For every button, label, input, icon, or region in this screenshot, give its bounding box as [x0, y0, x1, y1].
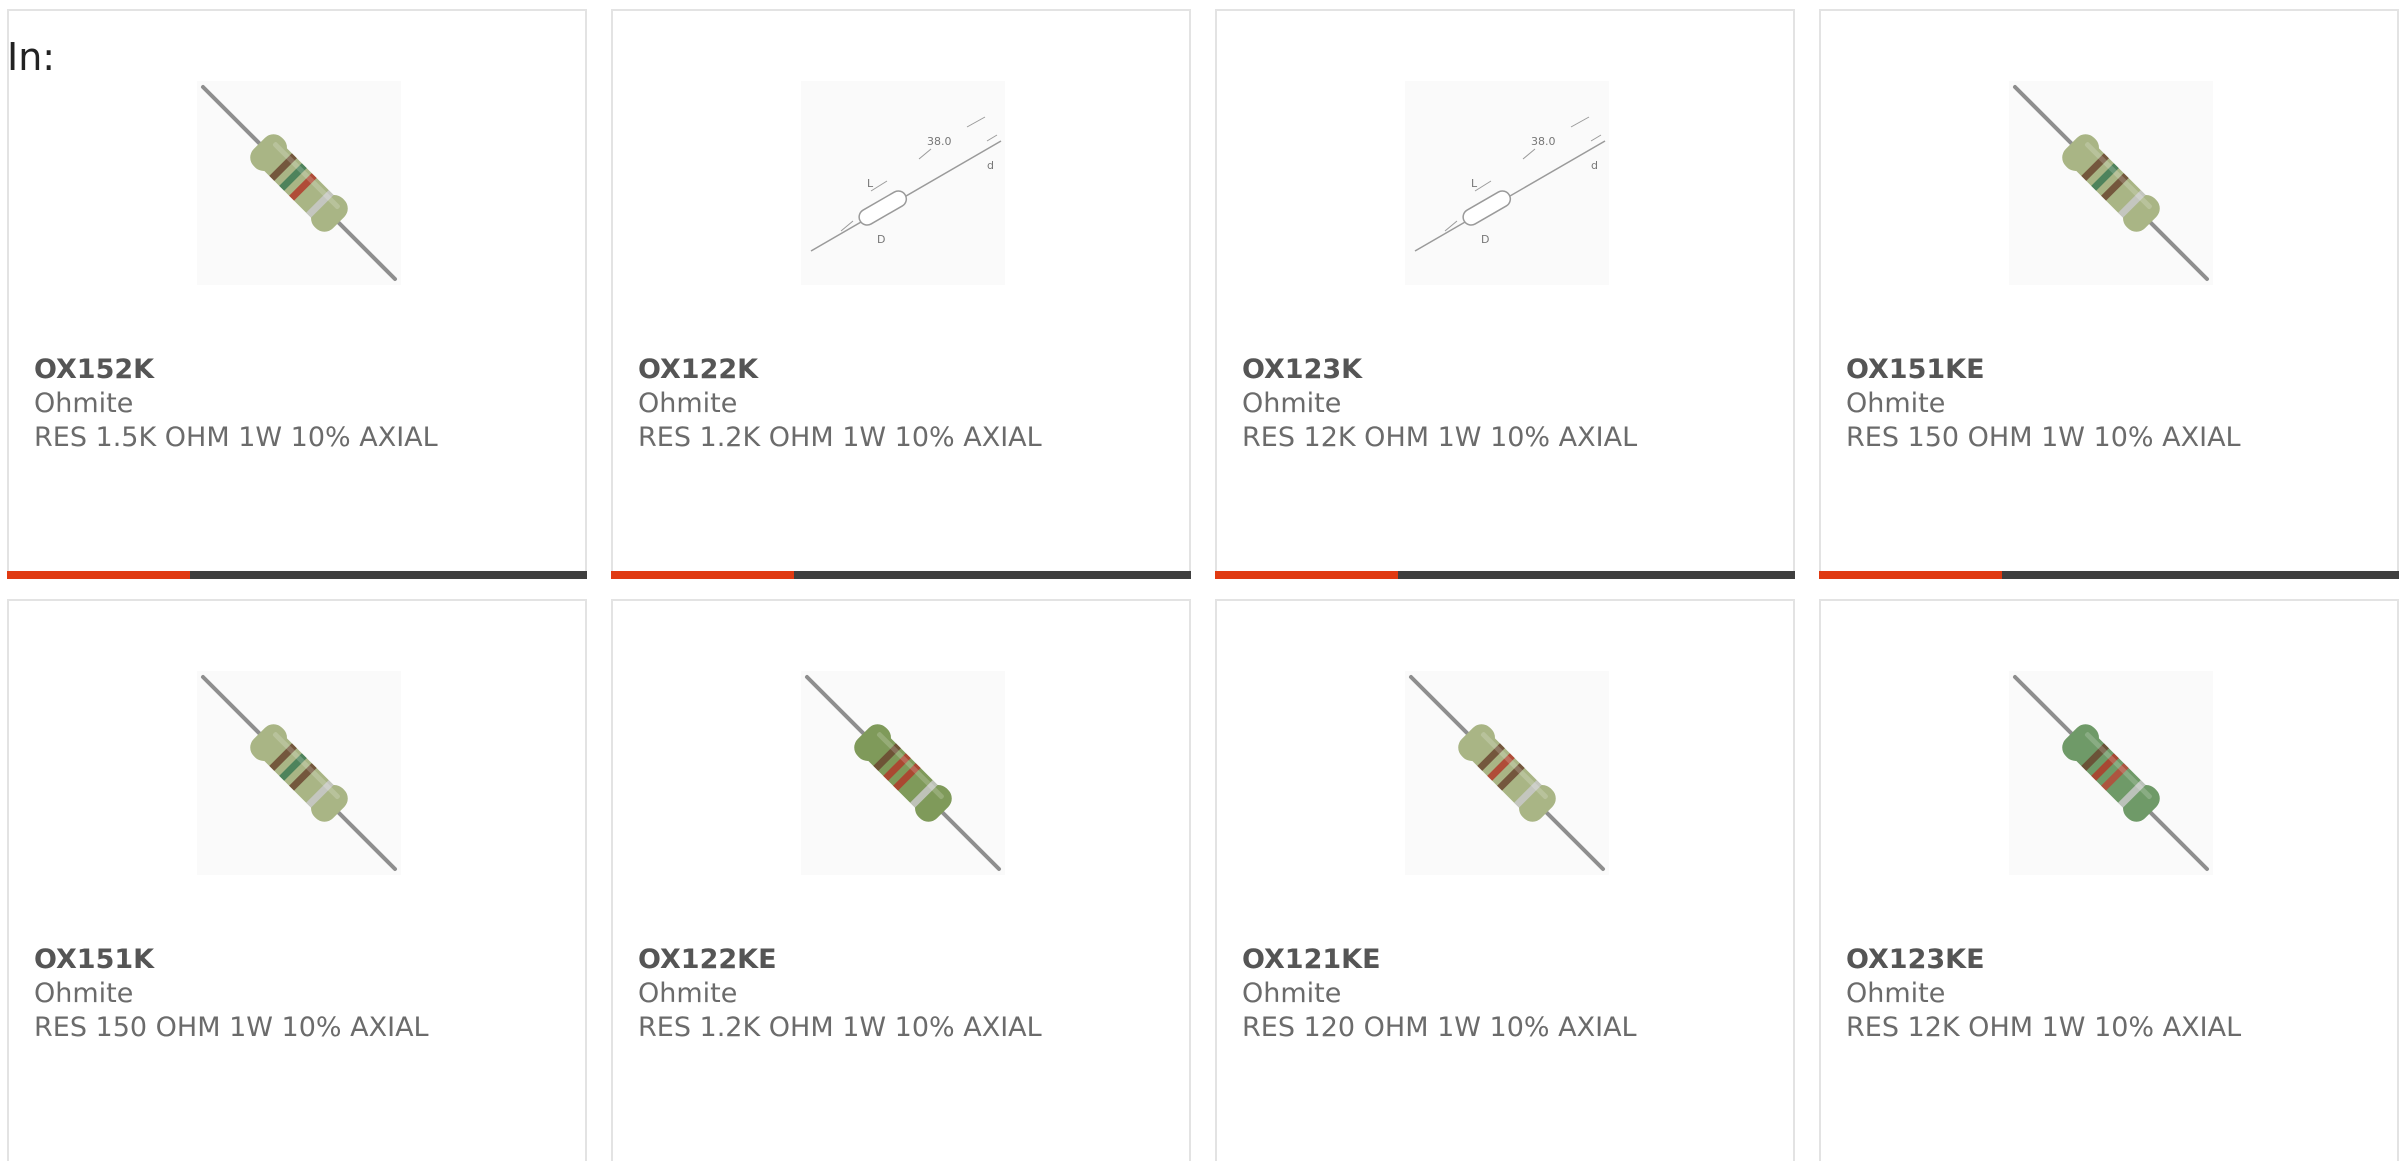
card-accent-bar — [611, 571, 794, 579]
description: RES 1.5K OHM 1W 10% AXIAL — [34, 422, 438, 453]
part-number[interactable]: OX122K — [638, 353, 1042, 387]
description: RES 1.2K OHM 1W 10% AXIAL — [638, 422, 1042, 453]
resistor-photo-icon — [2009, 671, 2213, 875]
manufacturer: Ohmite — [1846, 978, 1946, 1009]
card-accent-bar — [1215, 571, 1398, 579]
manufacturer: Ohmite — [1846, 388, 1946, 419]
card-bottom-bar — [7, 571, 587, 579]
product-info: OX123KE Ohmite RES 12K OHM 1W 10% AXIAL — [1846, 943, 2241, 1045]
manufacturer: Ohmite — [34, 388, 134, 419]
description: RES 1.2K OHM 1W 10% AXIAL — [638, 1012, 1042, 1043]
resistor-photo-icon — [197, 671, 401, 875]
resistor-photo-icon — [2009, 671, 2213, 875]
resistor-dimension-drawing-icon: 38.0 L Dd — [1405, 81, 1609, 285]
svg-text:L: L — [1471, 177, 1478, 190]
card-accent-bar — [7, 571, 190, 579]
description: RES 12K OHM 1W 10% AXIAL — [1242, 422, 1638, 453]
svg-text:D: D — [1481, 233, 1489, 246]
card-bottom-bar — [611, 571, 1191, 579]
product-card[interactable]: OX151KE Ohmite RES 150 OHM 1W 10% AXIAL — [1819, 9, 2399, 579]
description: RES 12K OHM 1W 10% AXIAL — [1846, 1012, 2242, 1043]
product-card[interactable]: 38.0 L Dd OX122K Ohmite RES 1.2K OHM 1W 10… — [611, 9, 1191, 579]
resistor-photo-icon — [801, 671, 1005, 875]
description: RES 150 OHM 1W 10% AXIAL — [1846, 422, 2241, 453]
product-info: OX122KE Ohmite RES 1.2K OHM 1W 10% AXIAL — [638, 943, 1042, 1045]
product-info: OX151KE Ohmite RES 150 OHM 1W 10% AXIAL — [1846, 353, 2241, 455]
part-number[interactable]: OX123K — [1242, 353, 1637, 387]
product-info: OX121KE Ohmite RES 120 OHM 1W 10% AXIAL — [1242, 943, 1637, 1045]
part-number[interactable]: OX152K — [34, 353, 438, 387]
resistor-dimension-drawing-icon: 38.0 L Dd — [801, 81, 1005, 285]
manufacturer: Ohmite — [1242, 388, 1342, 419]
svg-text:38.0: 38.0 — [1531, 135, 1556, 148]
part-number[interactable]: OX151K — [34, 943, 429, 977]
resistor-photo-icon — [197, 81, 401, 285]
resistor-photo-icon — [1405, 671, 1609, 875]
product-info: OX151K Ohmite RES 150 OHM 1W 10% AXIAL — [34, 943, 429, 1045]
product-card[interactable]: OX123KE Ohmite RES 12K OHM 1W 10% AXIAL — [1819, 599, 2399, 1161]
part-number[interactable]: OX122KE — [638, 943, 1042, 977]
product-grid: OX152K Ohmite RES 1.5K OHM 1W 10% AXIAL … — [7, 9, 2399, 1161]
product-info: OX123K Ohmite RES 12K OHM 1W 10% AXIAL — [1242, 353, 1637, 455]
resistor-photo-icon — [2009, 81, 2213, 285]
product-card[interactable]: OX122KE Ohmite RES 1.2K OHM 1W 10% AXIAL — [611, 599, 1191, 1161]
resistor-photo-icon — [197, 81, 401, 285]
description: RES 150 OHM 1W 10% AXIAL — [34, 1012, 429, 1043]
svg-text:L: L — [867, 177, 874, 190]
card-bottom-bar — [1215, 571, 1795, 579]
product-card[interactable]: OX151K Ohmite RES 150 OHM 1W 10% AXIAL — [7, 599, 587, 1161]
results-page: In: OX152K Ohmite RES 1.5K OHM 1W 10% AX… — [0, 0, 2403, 1161]
resistor-photo-icon — [2009, 81, 2213, 285]
manufacturer: Ohmite — [638, 388, 738, 419]
svg-text:d: d — [987, 159, 994, 172]
card-bottom-bar — [1819, 571, 2399, 579]
product-card[interactable]: OX121KE Ohmite RES 120 OHM 1W 10% AXIAL — [1215, 599, 1795, 1161]
part-number[interactable]: OX151KE — [1846, 353, 2241, 387]
resistor-photo-icon — [197, 671, 401, 875]
part-number[interactable]: OX121KE — [1242, 943, 1637, 977]
resistor-photo-icon — [801, 671, 1005, 875]
part-number[interactable]: OX123KE — [1846, 943, 2241, 977]
manufacturer: Ohmite — [638, 978, 738, 1009]
svg-text:D: D — [877, 233, 885, 246]
description: RES 120 OHM 1W 10% AXIAL — [1242, 1012, 1637, 1043]
filter-in-label: In: — [7, 35, 56, 79]
product-card[interactable]: 38.0 L Dd OX123K Ohmite RES 12K OHM 1W 10%… — [1215, 9, 1795, 579]
manufacturer: Ohmite — [34, 978, 134, 1009]
resistor-photo-icon — [1405, 671, 1609, 875]
manufacturer: Ohmite — [1242, 978, 1342, 1009]
product-info: OX152K Ohmite RES 1.5K OHM 1W 10% AXIAL — [34, 353, 438, 455]
svg-text:38.0: 38.0 — [927, 135, 952, 148]
card-accent-bar — [1819, 571, 2002, 579]
product-info: OX122K Ohmite RES 1.2K OHM 1W 10% AXIAL — [638, 353, 1042, 455]
svg-text:d: d — [1591, 159, 1598, 172]
product-card[interactable]: OX152K Ohmite RES 1.5K OHM 1W 10% AXIAL — [7, 9, 587, 579]
resistor-dimension-drawing-icon: 38.0 L Dd — [801, 81, 1005, 285]
resistor-dimension-drawing-icon: 38.0 L Dd — [1405, 81, 1609, 285]
